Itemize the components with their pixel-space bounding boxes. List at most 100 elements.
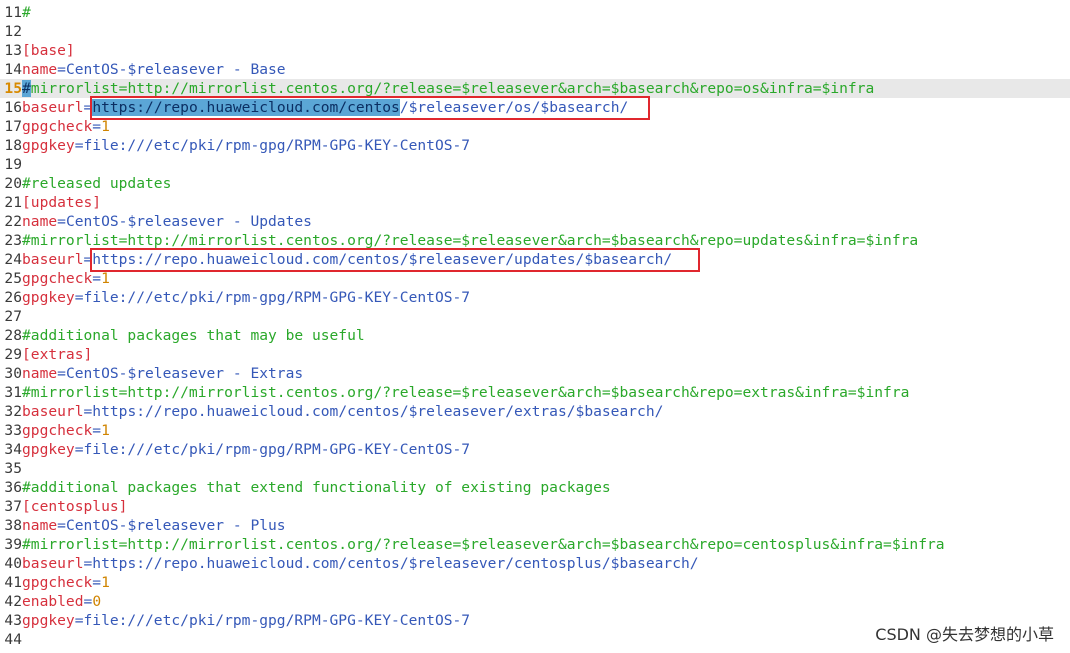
code-token: =CentOS-$releasever - Updates	[57, 213, 312, 230]
code-token: #	[22, 4, 31, 21]
line-number: 40	[4, 555, 22, 572]
code-token: #mirrorlist=http://mirrorlist.centos.org…	[22, 384, 910, 401]
code-line[interactable]: 22 name=CentOS-$releasever - Updates	[0, 212, 1070, 231]
line-number: 11	[4, 4, 22, 21]
code-line[interactable]: 41 gpgcheck=1	[0, 573, 1070, 592]
line-text: gpgkey=file:///etc/pki/rpm-gpg/RPM-GPG-K…	[22, 288, 470, 307]
code-line[interactable]: 25 gpgcheck=1	[0, 269, 1070, 288]
code-line[interactable]: 32 baseurl=https://repo.huaweicloud.com/c…	[0, 402, 1070, 421]
code-line[interactable]: 14 name=CentOS-$releasever - Base	[0, 60, 1070, 79]
code-line[interactable]: 12	[0, 22, 1070, 41]
code-line[interactable]: 24 baseurl=https://repo.huaweicloud.com/c…	[0, 250, 1070, 269]
code-token: mirrorlist=http://mirrorlist.centos.org/…	[30, 80, 875, 97]
code-line[interactable]: 26 gpgkey=file:///etc/pki/rpm-gpg/RPM-GPG…	[0, 288, 1070, 307]
line-text: gpgcheck=1	[22, 421, 110, 440]
line-text: name=CentOS-$releasever - Plus	[22, 516, 286, 535]
line-text: gpgcheck=1	[22, 573, 110, 592]
code-line[interactable]: 40 baseurl=https://repo.huaweicloud.com/c…	[0, 554, 1070, 573]
code-line[interactable]: 35	[0, 459, 1070, 478]
code-line[interactable]: 33 gpgcheck=1	[0, 421, 1070, 440]
code-token: gpgkey	[22, 137, 75, 154]
line-text: #additional packages that may be useful	[22, 326, 365, 345]
line-text: [base]	[22, 41, 75, 60]
line-text: #mirrorlist=http://mirrorlist.centos.org…	[22, 231, 918, 250]
code-line[interactable]: 16 baseurl=https://repo.huaweicloud.com/c…	[0, 98, 1070, 117]
line-number: 42	[4, 593, 22, 610]
code-line[interactable]: 17 gpgcheck=1	[0, 117, 1070, 136]
code-token: name	[22, 517, 58, 534]
code-line[interactable]: 15 #mirrorlist=http://mirrorlist.centos.o…	[0, 79, 1070, 98]
code-token: =	[92, 422, 102, 439]
line-number: 41	[4, 574, 22, 591]
code-line[interactable]: 38 name=CentOS-$releasever - Plus	[0, 516, 1070, 535]
line-text: #mirrorlist=http://mirrorlist.centos.org…	[22, 79, 874, 98]
code-token: #mirrorlist=http://mirrorlist.centos.org…	[22, 536, 945, 553]
code-line[interactable]: 37 [centosplus]	[0, 497, 1070, 516]
code-line[interactable]: 11 #	[0, 3, 1070, 22]
code-token: [extras]	[22, 346, 93, 363]
line-number: 25	[4, 270, 22, 287]
code-token: =https://repo.huaweicloud.com/centos/$re…	[83, 251, 673, 268]
line-text: [updates]	[22, 193, 101, 212]
line-number: 16	[4, 99, 22, 116]
code-token: name	[22, 365, 58, 382]
code-line[interactable]: 28 #additional packages that may be usefu…	[0, 326, 1070, 345]
line-text: #mirrorlist=http://mirrorlist.centos.org…	[22, 383, 909, 402]
line-text: name=CentOS-$releasever - Updates	[22, 212, 312, 231]
line-text: #additional packages that extend functio…	[22, 478, 611, 497]
code-line[interactable]: 27	[0, 307, 1070, 326]
code-line[interactable]: 34 gpgkey=file:///etc/pki/rpm-gpg/RPM-GPG…	[0, 440, 1070, 459]
line-text: gpgkey=file:///etc/pki/rpm-gpg/RPM-GPG-K…	[22, 136, 470, 155]
line-text: gpgkey=file:///etc/pki/rpm-gpg/RPM-GPG-K…	[22, 440, 470, 459]
code-line[interactable]: 30 name=CentOS-$releasever - Extras	[0, 364, 1070, 383]
line-number: 13	[4, 42, 22, 59]
line-number: 37	[4, 498, 22, 515]
line-number: 38	[4, 517, 22, 534]
line-text: baseurl=https://repo.huaweicloud.com/cen…	[22, 402, 663, 421]
code-line[interactable]: 13 [base]	[0, 41, 1070, 60]
line-text: enabled=0	[22, 592, 101, 611]
code-line[interactable]: 29 [extras]	[0, 345, 1070, 364]
line-text: [centosplus]	[22, 497, 127, 516]
line-number: 20	[4, 175, 22, 192]
code-line[interactable]: 20 #released updates	[0, 174, 1070, 193]
code-token: =file:///etc/pki/rpm-gpg/RPM-GPG-KEY-Cen…	[74, 137, 471, 154]
code-token: /$releasever/os/$basearch/	[399, 99, 629, 116]
line-number: 19	[4, 156, 22, 173]
code-token: 1	[101, 422, 110, 439]
code-line[interactable]: 18 gpgkey=file:///etc/pki/rpm-gpg/RPM-GPG…	[0, 136, 1070, 155]
line-text: #	[22, 3, 31, 22]
line-number: 17	[4, 118, 22, 135]
code-token: name	[22, 61, 58, 78]
line-number: 14	[4, 61, 22, 78]
code-token: [updates]	[22, 194, 102, 211]
code-token: =CentOS-$releasever - Plus	[57, 517, 286, 534]
line-text: #released updates	[22, 174, 171, 193]
line-number: 15	[4, 80, 22, 97]
line-number: 18	[4, 137, 22, 154]
line-text: name=CentOS-$releasever - Extras	[22, 364, 303, 383]
code-line[interactable]: 21 [updates]	[0, 193, 1070, 212]
code-line[interactable]: 23 #mirrorlist=http://mirrorlist.centos.o…	[0, 231, 1070, 250]
code-line[interactable]: 39 #mirrorlist=http://mirrorlist.centos.o…	[0, 535, 1070, 554]
code-line[interactable]: 19	[0, 155, 1070, 174]
line-text: baseurl=https://repo.huaweicloud.com/cen…	[22, 98, 628, 117]
code-line[interactable]: 36 #additional packages that extend funct…	[0, 478, 1070, 497]
code-token: gpgkey	[22, 612, 75, 629]
line-text: #mirrorlist=http://mirrorlist.centos.org…	[22, 535, 945, 554]
code-token: 1	[101, 574, 110, 591]
code-token: https://repo.huaweicloud.com/centos	[92, 99, 400, 116]
line-text: [extras]	[22, 345, 92, 364]
line-number: 44	[4, 631, 22, 648]
code-line[interactable]: 31 #mirrorlist=http://mirrorlist.centos.o…	[0, 383, 1070, 402]
line-text: baseurl=https://repo.huaweicloud.com/cen…	[22, 554, 699, 573]
code-token: [base]	[22, 42, 75, 59]
code-line[interactable]: 42 enabled=0	[0, 592, 1070, 611]
line-number: 35	[4, 460, 22, 477]
code-editor[interactable]: 11 #12 13 [base] 14 name=CentOS-$releasever -…	[0, 3, 1070, 649]
line-number: 33	[4, 422, 22, 439]
code-token: =	[83, 99, 93, 116]
code-token: [centosplus]	[22, 498, 128, 515]
line-number: 12	[4, 23, 22, 40]
code-token: baseurl	[22, 555, 84, 572]
